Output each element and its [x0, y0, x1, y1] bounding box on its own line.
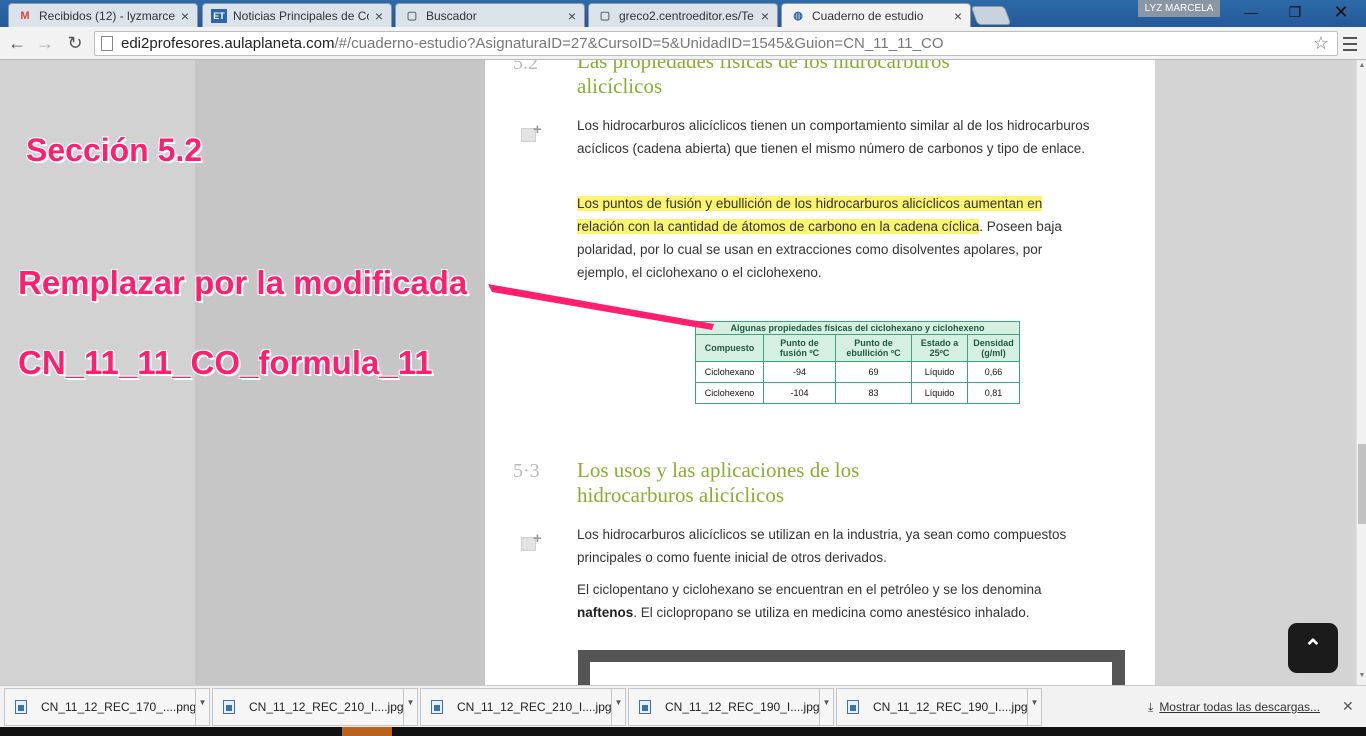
- file-image-icon: [847, 700, 859, 714]
- annotation-formula: CN_11_11_CO_formula_11: [18, 344, 433, 381]
- page-info-icon[interactable]: [101, 36, 113, 51]
- close-shelf-icon[interactable]: ✕: [1342, 698, 1354, 715]
- file-image-icon: [15, 700, 27, 714]
- page-icon: ▢: [599, 10, 611, 22]
- new-tab-button[interactable]: [970, 6, 1012, 25]
- download-item[interactable]: CN_11_12_REC_190_I....jpg ▼: [836, 688, 1042, 726]
- news-icon: ET: [211, 8, 227, 23]
- close-tab-icon[interactable]: ×: [761, 8, 769, 24]
- chevron-down-icon[interactable]: ▼: [1027, 688, 1041, 726]
- file-image-icon: [639, 700, 651, 714]
- download-item[interactable]: CN_11_12_REC_190_I....jpg ▼: [628, 688, 834, 726]
- tab-buscador[interactable]: ▢ Buscador ×: [395, 3, 585, 27]
- menu-icon[interactable]: [1340, 33, 1360, 53]
- close-tab-icon[interactable]: ×: [375, 8, 383, 24]
- show-all-downloads-link[interactable]: ⤓ Mostrar todas las descargas...: [1148, 700, 1320, 715]
- address-bar[interactable]: edi2profesores.aulaplaneta.com/#/cuadern…: [94, 31, 1338, 56]
- tab-cuaderno[interactable]: ◍ Cuaderno de estudio ×: [781, 3, 971, 27]
- url-text: edi2profesores.aulaplaneta.com/#/cuadern…: [121, 35, 944, 52]
- scroll-up-icon[interactable]: ▲: [1358, 62, 1366, 72]
- tab-strip: M Recibidos (12) - lyzmarcel × ET Notici…: [0, 0, 1366, 27]
- browser-toolbar: ← → ↻ edi2profesores.aulaplaneta.com/#/c…: [0, 27, 1366, 60]
- tab-label: Buscador: [426, 8, 477, 23]
- tab-label: greco2.centroeditor.es/Te: [619, 8, 754, 23]
- back-to-top-button[interactable]: ⌃: [1288, 623, 1338, 673]
- tab-gmail[interactable]: M Recibidos (12) - lyzmarcel ×: [8, 3, 198, 27]
- reload-icon[interactable]: ↻: [64, 32, 86, 54]
- back-arrow-icon[interactable]: ←: [6, 32, 28, 54]
- download-item[interactable]: CN_11_12_REC_210_I....jpg ▼: [212, 688, 418, 726]
- file-image-icon: [223, 700, 235, 714]
- close-tab-icon[interactable]: ×: [954, 8, 962, 24]
- tab-greco[interactable]: ▢ greco2.centroeditor.es/Te ×: [588, 3, 778, 27]
- close-window-icon[interactable]: ✕: [1318, 0, 1364, 26]
- download-icon: ⤓: [1148, 700, 1154, 714]
- download-item[interactable]: CN_11_12_REC_210_I....jpg ▼: [420, 688, 626, 726]
- scroll-down-icon[interactable]: ▼: [1358, 672, 1366, 682]
- scrollbar-thumb[interactable]: [1358, 444, 1366, 524]
- page-viewport: 5.2 Las propiedades físicas de los hidro…: [0, 60, 1356, 685]
- tab-label: Noticias Principales de Co: [233, 8, 369, 23]
- tab-noticias[interactable]: ET Noticias Principales de Co ×: [202, 3, 392, 27]
- annotation-replace: Remplazar por la modificada: [18, 264, 468, 301]
- chevron-down-icon[interactable]: ▼: [195, 688, 209, 726]
- os-taskbar: [0, 727, 1366, 736]
- forward-arrow-icon[interactable]: →: [34, 32, 56, 54]
- close-tab-icon[interactable]: ×: [568, 8, 576, 24]
- bookmark-star-icon[interactable]: ☆: [1313, 33, 1329, 54]
- profile-badge[interactable]: LYZ MARCELA: [1138, 0, 1220, 17]
- annotation-section: Sección 5.2: [26, 132, 203, 168]
- globe-icon: ◍: [793, 10, 803, 22]
- chevron-down-icon[interactable]: ▼: [611, 688, 625, 726]
- download-shelf: CN_11_12_REC_170_....png ▼ CN_11_12_REC_2…: [0, 685, 1366, 727]
- minimize-icon[interactable]: —: [1228, 0, 1274, 26]
- file-image-icon: [431, 700, 443, 714]
- tab-label: Cuaderno de estudio: [812, 8, 924, 23]
- tab-label: Recibidos (12) - lyzmarcel: [39, 8, 175, 23]
- maximize-icon[interactable]: ❐: [1272, 0, 1318, 26]
- page-icon: ▢: [406, 10, 418, 22]
- download-item[interactable]: CN_11_12_REC_170_....png ▼: [4, 688, 210, 726]
- close-tab-icon[interactable]: ×: [181, 8, 189, 24]
- chevron-down-icon[interactable]: ▼: [403, 688, 417, 726]
- chevron-down-icon[interactable]: ▼: [819, 688, 833, 726]
- gmail-icon: M: [20, 9, 30, 22]
- vertical-scrollbar[interactable]: ▲ ▼: [1356, 60, 1366, 685]
